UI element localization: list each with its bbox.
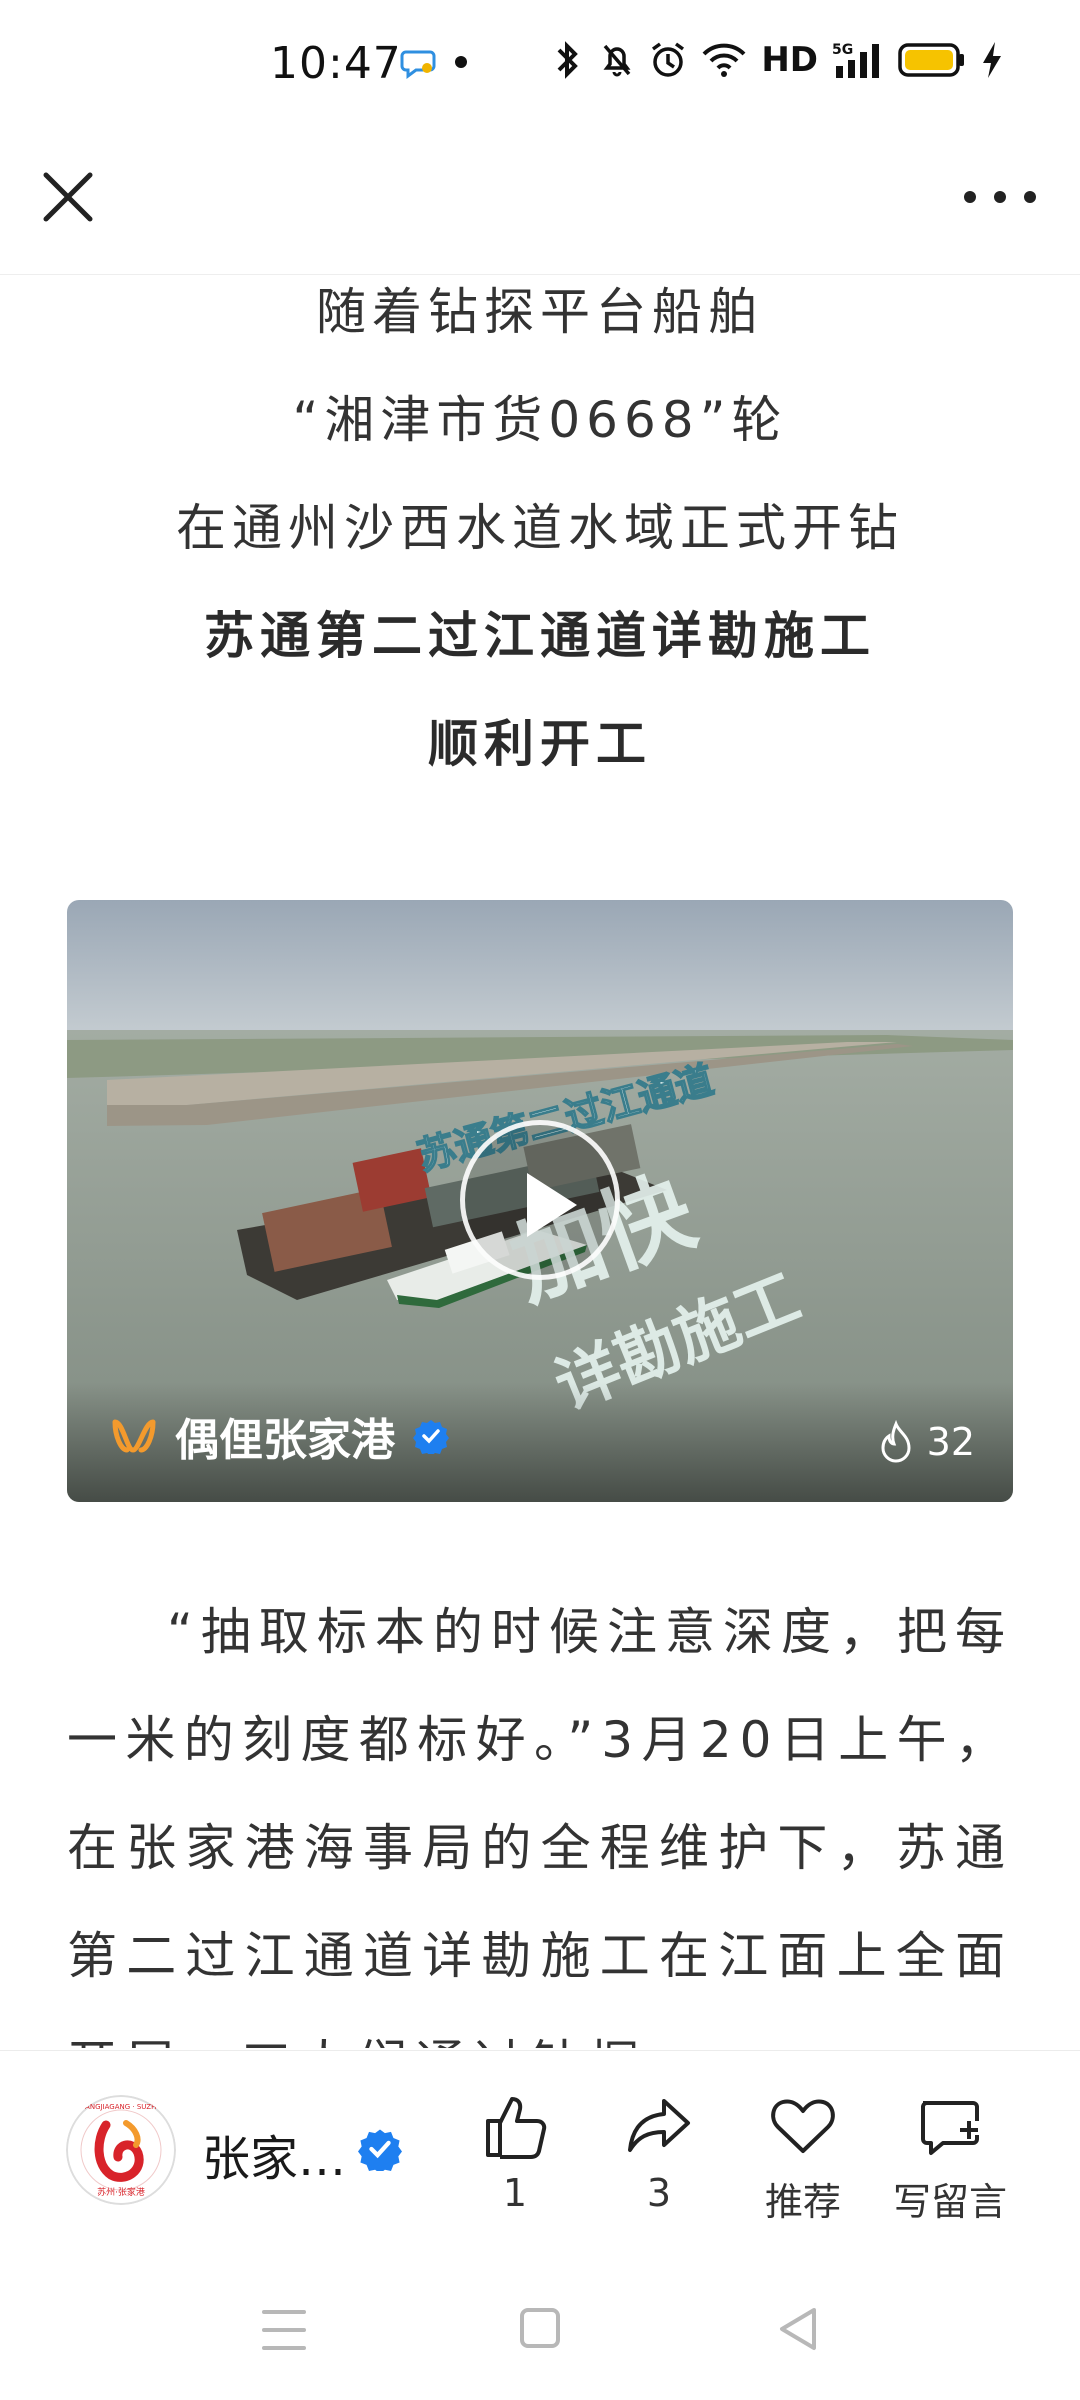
article-heading-line: 随着钻探平台船舶	[316, 283, 764, 341]
thumbs-up-icon	[486, 2097, 547, 2159]
chat-bubble-icon	[400, 50, 436, 79]
menu-icon	[262, 2310, 306, 2314]
flame-icon	[881, 1420, 911, 1463]
article-heading-bold-line: 苏通第二过江通道详勘施工	[204, 607, 876, 665]
battery-icon	[898, 43, 964, 77]
svg-text:5G: 5G	[832, 42, 853, 58]
more-options-button[interactable]	[964, 175, 1036, 219]
like-button[interactable]: 1	[450, 2091, 580, 2215]
write-comment-label: 写留言	[892, 2180, 1007, 2224]
heart-icon	[771, 2099, 835, 2153]
video-card[interactable]: 苏通第二过江通道 加快 详勘施工 偶俚张家港 32	[67, 900, 1013, 1502]
verified-icon	[413, 1420, 449, 1454]
account-logo: 苏州·张家港 ZHANGJIAGANG · SUZHOU	[66, 2095, 176, 2205]
status-notifications	[400, 44, 468, 80]
heat-count: 32	[926, 1420, 975, 1464]
channel-logo-icon	[112, 1419, 156, 1453]
channel-name: 偶俚张家港	[175, 1415, 395, 1466]
network-type-label: HD	[761, 40, 818, 80]
close-button[interactable]	[36, 165, 100, 229]
system-navigation-bar	[0, 2270, 1080, 2400]
avatar-caption-top: ZHANGJIAGANG · SUZHOU	[75, 2103, 167, 2111]
recent-apps-button[interactable]	[262, 2310, 306, 2350]
share-arrow-icon	[628, 2099, 690, 2152]
charging-icon	[983, 42, 1001, 78]
article-heading-line: 在通州沙西水道水域正式开钻	[176, 499, 904, 557]
alarm-icon	[652, 42, 685, 77]
back-button[interactable]	[776, 2304, 820, 2354]
wifi-icon	[702, 43, 746, 77]
article-body-paragraph: “抽取标本的时候注意深度，把每一米的刻度都标好。”3月20日上午，在张家港海事局…	[67, 1603, 1013, 2048]
bluetooth-icon	[557, 41, 579, 79]
avatar-caption: 苏州·张家港	[97, 2186, 145, 2198]
account-avatar[interactable]: 苏州·张家港 ZHANGJIAGANG · SUZHOU	[66, 2095, 176, 2205]
close-icon	[43, 172, 93, 222]
bottom-action-bar: 苏州·张家港 ZHANGJIAGANG · SUZHOU 张家… 1 3 推荐 …	[0, 2050, 1080, 2270]
like-count: 1	[502, 2171, 528, 2215]
heat-counter: 32	[877, 1420, 975, 1464]
mute-bell-icon	[603, 44, 631, 77]
recommend-button[interactable]: 推荐	[738, 2091, 868, 2226]
verified-icon	[358, 2129, 402, 2171]
article-heading-bold-line: 顺利开工	[428, 715, 652, 773]
status-bar: 10:47 HD 5G	[0, 0, 1080, 135]
video-channel-row[interactable]: 偶俚张家港	[111, 1404, 449, 1468]
share-button[interactable]: 3	[594, 2091, 724, 2215]
status-system-icons: HD 5G	[549, 40, 1004, 80]
more-icon	[964, 191, 976, 203]
home-button[interactable]	[520, 2308, 560, 2348]
article-heading-line: “湘津市货0668”轮	[292, 391, 788, 449]
play-icon	[527, 1173, 577, 1237]
dot-icon	[455, 56, 467, 68]
account-name[interactable]: 张家…	[202, 2119, 346, 2189]
share-count: 3	[646, 2171, 672, 2215]
top-navigation-bar	[0, 135, 1080, 275]
status-time: 10:47	[270, 38, 402, 89]
comment-add-icon	[921, 2101, 979, 2155]
write-comment-button[interactable]: 写留言	[885, 2091, 1015, 2226]
play-button[interactable]	[460, 1120, 620, 1280]
signal-icon: 5G	[832, 42, 879, 78]
recommend-label: 推荐	[764, 2180, 841, 2224]
